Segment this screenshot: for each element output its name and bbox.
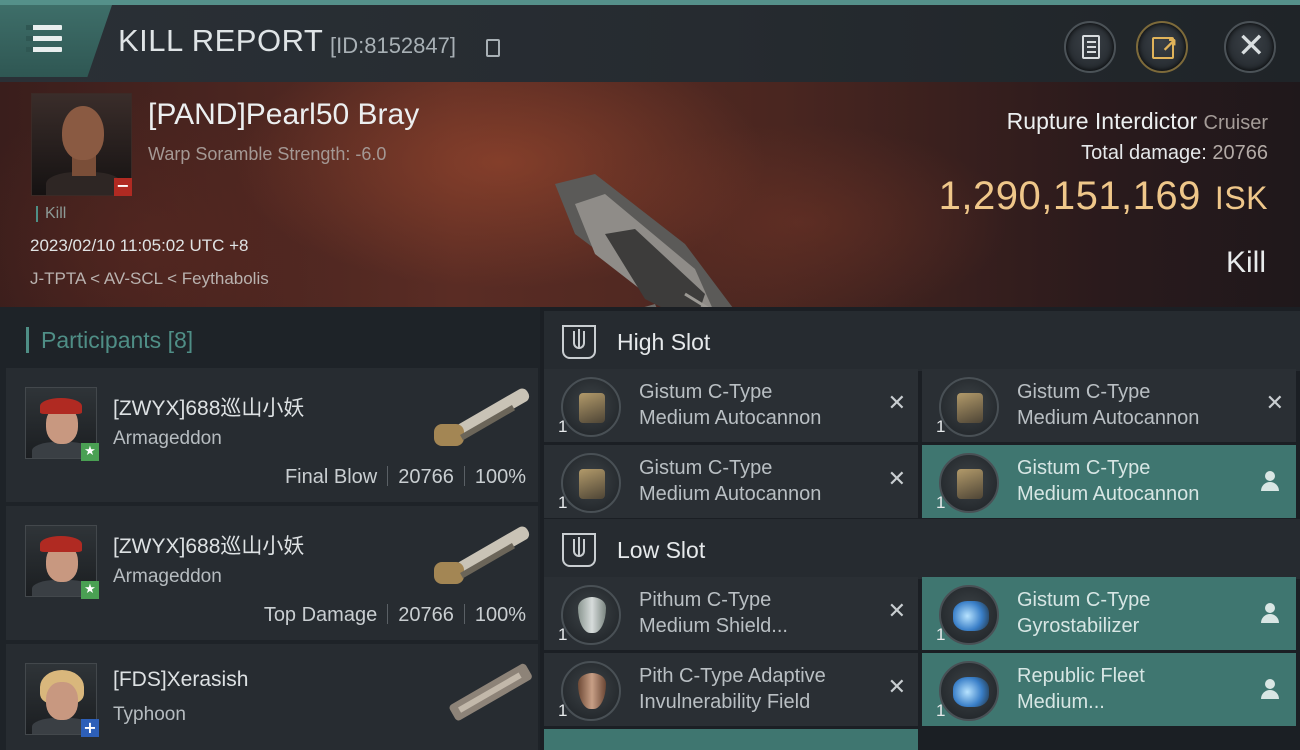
module-name: Republic Fleet Medium... — [1017, 665, 1145, 713]
weapon-icon — [434, 526, 530, 584]
victim-name[interactable]: [PAND]Pearl50 Bray — [148, 98, 419, 132]
fitting-panel: High Slot 1 Gistum C-Type Medium Autocann… — [540, 307, 1300, 750]
module-name: Gistum C-Type Medium Autocannon — [1017, 457, 1200, 505]
module-item[interactable]: 1 Pithum C-Type Medium Shield... ✕ — [544, 577, 918, 650]
copy-icon[interactable] — [486, 39, 500, 57]
participant-name[interactable]: [ZWYX]688巡山小妖 — [113, 392, 304, 422]
participant-stats: Final Blow 20766 100% — [284, 466, 526, 488]
module-name: Gistum C-Type Medium Autocannon — [639, 381, 822, 429]
participant-name[interactable]: [ZWYX]688巡山小妖 — [113, 530, 304, 560]
result-label: Kill — [1225, 246, 1266, 279]
low-slot-header: Low Slot — [544, 519, 1300, 579]
high-slot-title: High Slot — [617, 329, 711, 355]
kill-tag: Kill — [36, 206, 66, 222]
fleet-star-icon: ★ — [81, 581, 99, 599]
ship-class: Cruiser — [1203, 112, 1268, 134]
weapon-icon — [434, 388, 530, 446]
close-icon: ✕ — [1237, 26, 1266, 66]
participants-count: [8] — [167, 327, 194, 353]
destroyed-x-icon: ✕ — [887, 391, 906, 416]
module-name: Pith C-Type Adaptive Invulnerability Fiel… — [639, 665, 826, 713]
participant-row[interactable]: ★ [ZWYX]688巡山小妖 Armageddon Final Blow 207… — [6, 368, 538, 502]
module-name: Gistum C-Type Medium Autocannon — [1017, 381, 1200, 429]
participant-row[interactable]: ★ [ZWYX]688巡山小妖 Armageddon Top Damage 207… — [6, 506, 538, 640]
participant-ship: Armageddon — [113, 428, 222, 449]
kill-id: [ID:8152847] — [330, 33, 456, 58]
module-item[interactable]: 1 Gistum C-Type Medium Autocannon — [922, 445, 1296, 518]
participant-ship: Typhoon — [113, 704, 186, 725]
module-item[interactable]: 1 Gistum C-Type Gyrostabilizer — [922, 577, 1296, 650]
page-title: KILL REPORT — [118, 23, 324, 58]
kill-datetime: 2023/02/10 11:05:02 UTC +8 — [30, 236, 249, 255]
module-name: Gistum C-Type Medium Autocannon — [639, 457, 822, 505]
low-slot-icon — [562, 533, 596, 567]
invulnerability-field-icon — [561, 661, 621, 721]
participant-name[interactable]: [FDS]Xerasish — [113, 668, 248, 692]
plus-badge-icon: + — [81, 719, 99, 737]
person-icon — [1260, 679, 1280, 701]
kill-location[interactable]: J-TPTA < AV-SCL < Feythabolis — [30, 269, 269, 289]
fleet-star-icon: ★ — [81, 443, 99, 461]
menu-button[interactable] — [0, 5, 112, 77]
module-item[interactable]: 1 Gistum C-Type Medium Autocannon ✕ — [544, 445, 918, 518]
module-item[interactable]: 1 Pith C-Type Adaptive Invulnerability Fi… — [544, 653, 918, 726]
participant-row[interactable]: + [FDS]Xerasish Typhoon — [6, 644, 538, 750]
victim-attribute: Warp Soramble Strength: -6.0 — [148, 144, 387, 164]
hostile-badge-icon: − — [114, 178, 132, 196]
republic-fleet-module-icon — [939, 661, 999, 721]
module-item[interactable]: 1 Gistum C-Type Medium Autocannon ✕ — [544, 369, 918, 442]
high-slot-icon — [562, 325, 596, 359]
participants-title: Participants [8] — [26, 327, 193, 353]
person-icon — [1260, 603, 1280, 625]
gyrostabilizer-icon — [939, 585, 999, 645]
destroyed-x-icon: ✕ — [1265, 391, 1284, 416]
autocannon-icon — [939, 453, 999, 513]
autocannon-icon — [939, 377, 999, 437]
person-icon — [1260, 471, 1280, 493]
autocannon-icon — [561, 453, 621, 513]
close-button[interactable]: ✕ — [1224, 21, 1276, 73]
module-item[interactable]: 1 Republic Fleet Medium... — [922, 653, 1296, 726]
high-slot-header: High Slot — [544, 311, 1300, 371]
autocannon-icon — [561, 377, 621, 437]
module-name: Pithum C-Type Medium Shield... — [639, 589, 788, 637]
kill-report-header: KILL REPORT [ID:8152847] ↗ ✕ — [0, 0, 1300, 82]
low-slot-title: Low Slot — [617, 537, 706, 563]
destroyed-x-icon: ✕ — [887, 599, 906, 624]
module-item-partial[interactable] — [544, 729, 918, 750]
module-item[interactable]: 1 Gistum C-Type Medium Autocannon ✕ — [922, 369, 1296, 442]
share-button[interactable]: ↗ — [1136, 21, 1188, 73]
participant-ship: Armageddon — [113, 566, 222, 587]
victim-ship-name[interactable]: Rupture Interdictor Cruiser — [1007, 108, 1268, 135]
total-damage: Total damage: 20766 — [1081, 142, 1268, 164]
weapon-icon — [449, 663, 532, 721]
victim-summary: − [PAND]Pearl50 Bray Warp Soramble Stren… — [0, 82, 1300, 380]
isk-value: 1,290,151,169 ISK — [938, 174, 1268, 218]
shield-icon — [561, 585, 621, 645]
module-name: Gistum C-Type Gyrostabilizer — [1017, 589, 1151, 637]
clipboard-button[interactable] — [1064, 21, 1116, 73]
clipboard-icon — [1082, 35, 1100, 59]
participant-stats: Top Damage 20766 100% — [263, 604, 526, 626]
destroyed-x-icon: ✕ — [887, 675, 906, 700]
participants-panel: Participants [8] ★ [ZWYX]688巡山小妖 Armaged… — [0, 307, 540, 750]
destroyed-x-icon: ✕ — [887, 467, 906, 492]
